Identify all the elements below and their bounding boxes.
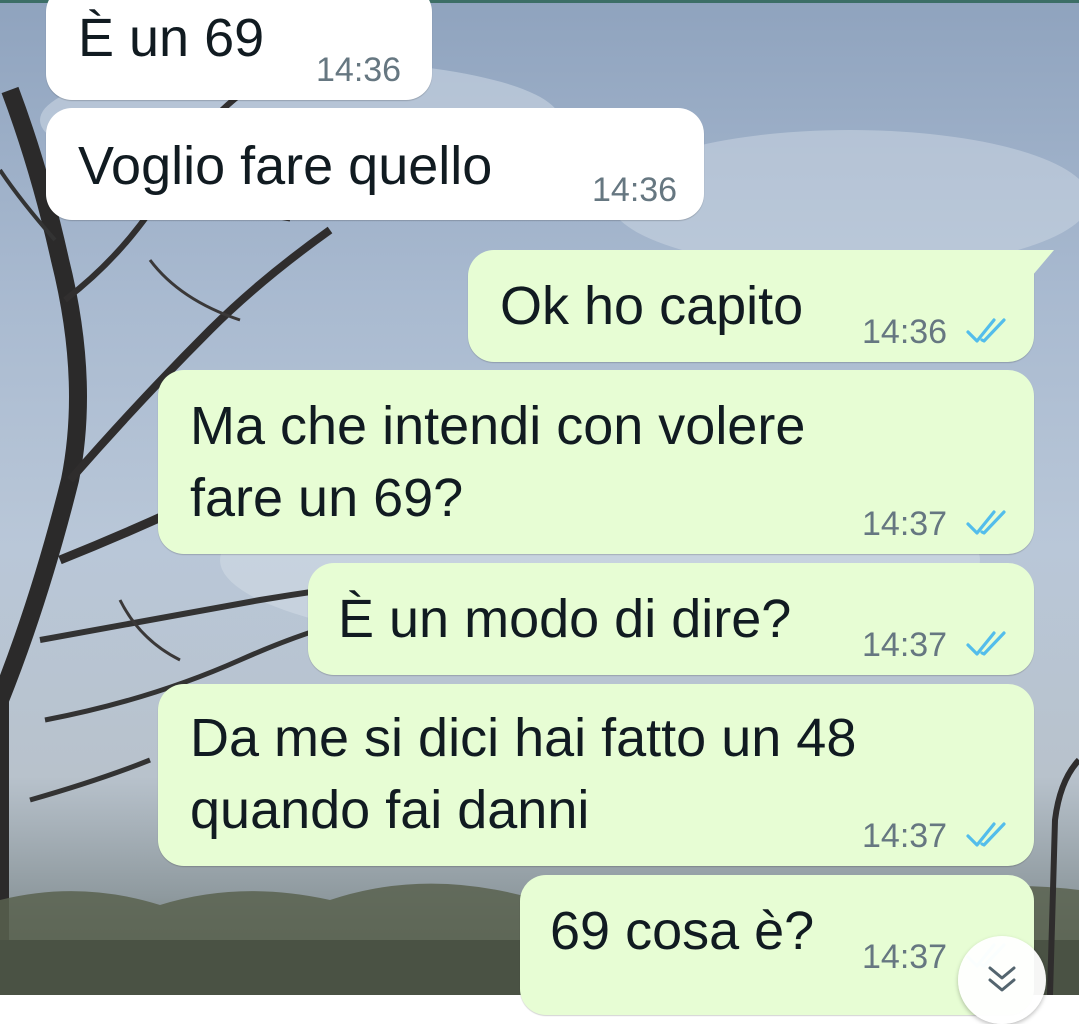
double-check-icon bbox=[966, 318, 1006, 343]
double-check-icon bbox=[966, 631, 1006, 656]
message-bubble-outgoing[interactable]: Da me si dici hai fatto un 48 quando fai… bbox=[158, 684, 1034, 866]
message-time: 14:37 bbox=[862, 938, 948, 976]
message-time: 14:37 bbox=[862, 505, 948, 543]
message-text: Voglio fare quello bbox=[78, 136, 493, 196]
message-text: Ma che intendi con volere fare un 69? bbox=[190, 396, 806, 528]
double-check-icon bbox=[966, 822, 1006, 847]
message-text: Da me si dici hai fatto un 48 quando fai… bbox=[190, 708, 857, 840]
message-text: È un 69 bbox=[78, 8, 265, 68]
message-bubble-incoming[interactable]: È un 69 14:36 bbox=[46, 0, 432, 100]
message-bubble-outgoing[interactable]: Ma che intendi con volere fare un 69? 14… bbox=[158, 370, 1034, 554]
scroll-to-bottom-button[interactable] bbox=[958, 936, 1046, 1024]
message-bubble-outgoing[interactable]: È un modo di dire? 14:37 bbox=[308, 563, 1034, 675]
message-bubble-incoming[interactable]: Voglio fare quello 14:36 bbox=[46, 108, 704, 220]
bubble-tail bbox=[1032, 250, 1054, 276]
double-check-icon bbox=[966, 510, 1006, 535]
chevron-double-down-icon bbox=[988, 966, 1016, 992]
message-time: 14:36 bbox=[316, 51, 402, 89]
message-time: 14:36 bbox=[592, 171, 678, 209]
message-text: È un modo di dire? bbox=[338, 589, 792, 649]
message-bubble-outgoing[interactable]: 69 cosa è? 14:37 bbox=[520, 875, 1034, 1015]
message-time: 14:37 bbox=[862, 626, 948, 664]
message-text: 69 cosa è? bbox=[550, 901, 815, 961]
message-bubble-outgoing[interactable]: Ok ho capito 14:36 bbox=[468, 250, 1034, 362]
message-time: 14:37 bbox=[862, 817, 948, 855]
message-text: Ok ho capito bbox=[500, 276, 804, 336]
message-time: 14:36 bbox=[862, 313, 948, 351]
